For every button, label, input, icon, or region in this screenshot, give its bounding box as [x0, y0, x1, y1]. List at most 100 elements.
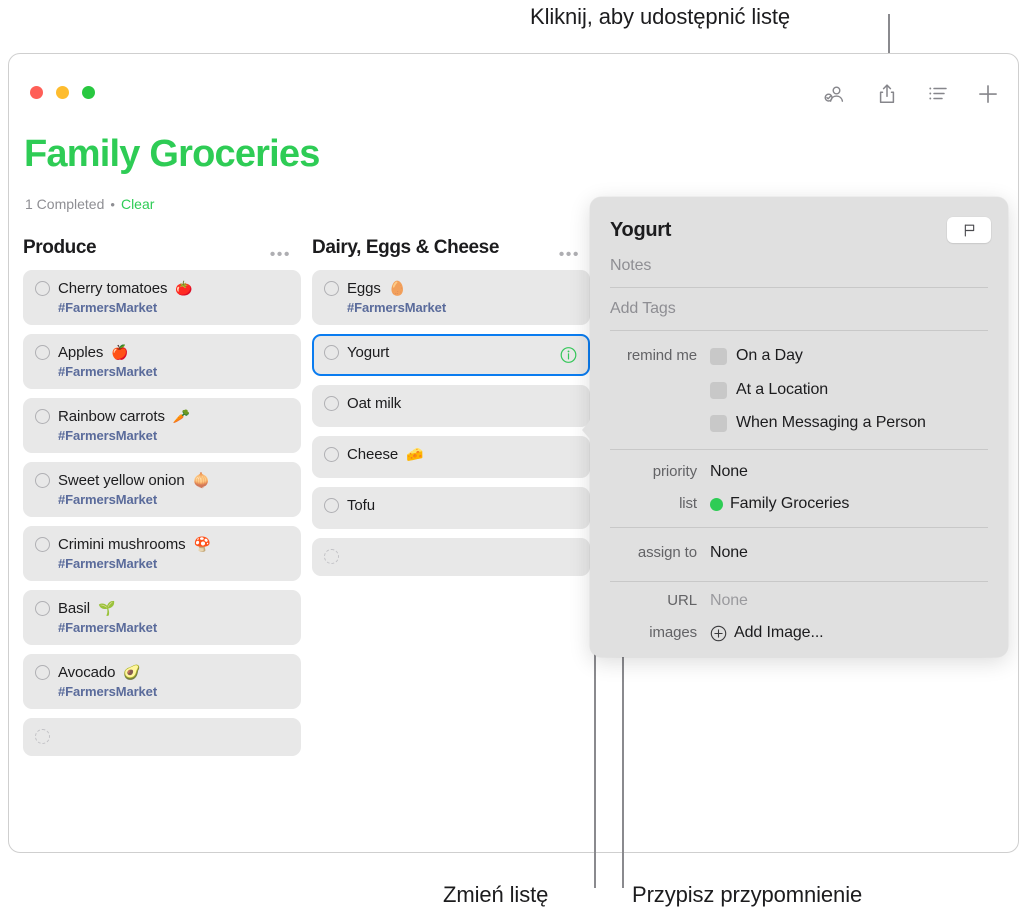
- task-label: Yogurt: [347, 344, 390, 361]
- task-row[interactable]: Apples 🍎 #FarmersMarket: [23, 334, 301, 389]
- task-row[interactable]: Cherry tomatoes 🍅 #FarmersMarket: [23, 270, 301, 325]
- remind-me-label: remind me: [627, 347, 697, 364]
- task-label: Apples: [58, 344, 104, 361]
- share-icon[interactable]: [872, 79, 902, 109]
- task-main: Basil 🌱: [35, 600, 289, 617]
- task-row-selected[interactable]: Yogurt: [312, 334, 590, 376]
- task-checkbox[interactable]: [324, 447, 339, 462]
- completed-count: 1 Completed: [25, 196, 105, 212]
- list-value: Family Groceries: [730, 495, 850, 512]
- task-checkbox[interactable]: [35, 345, 50, 360]
- task-row[interactable]: Cheese 🧀: [312, 436, 590, 478]
- divider: [610, 581, 988, 582]
- divider: [610, 449, 988, 450]
- remind-when-messaging-option[interactable]: When Messaging a Person: [710, 414, 926, 432]
- list-value-group[interactable]: Family Groceries: [710, 495, 849, 513]
- task-main: Eggs 🥚: [324, 280, 578, 297]
- task-tag[interactable]: #FarmersMarket: [58, 364, 289, 379]
- add-image-label: Add Image...: [734, 624, 824, 641]
- add-reminder-icon[interactable]: [973, 79, 1003, 109]
- assigned-reminders-icon[interactable]: [819, 79, 849, 109]
- column-menu-button[interactable]: •••: [270, 247, 291, 263]
- task-emoji: 🥑: [123, 664, 141, 680]
- task-row[interactable]: Sweet yellow onion 🧅 #FarmersMarket: [23, 462, 301, 517]
- add-image-button[interactable]: Add Image...: [710, 624, 824, 642]
- task-checkbox[interactable]: [35, 473, 50, 488]
- page-title: Family Groceries: [24, 133, 320, 175]
- task-main: Sweet yellow onion 🧅: [35, 472, 289, 489]
- task-tag[interactable]: #FarmersMarket: [58, 300, 289, 315]
- task-row[interactable]: Avocado 🥑 #FarmersMarket: [23, 654, 301, 709]
- assign-to-value[interactable]: None: [710, 544, 748, 562]
- tags-input[interactable]: Add Tags: [610, 300, 676, 318]
- task-checkbox[interactable]: [324, 345, 339, 360]
- task-checkbox[interactable]: [35, 409, 50, 424]
- column-produce: Produce ••• Cherry tomatoes 🍅 #FarmersMa…: [23, 226, 301, 765]
- remind-me-row: remind me On a Day: [610, 347, 988, 365]
- task-tag[interactable]: #FarmersMarket: [58, 556, 289, 571]
- task-checkbox[interactable]: [35, 537, 50, 552]
- new-task-row[interactable]: [23, 718, 301, 756]
- close-button[interactable]: [30, 86, 43, 99]
- checkbox[interactable]: [710, 414, 727, 432]
- priority-value[interactable]: None: [710, 463, 748, 481]
- view-options-icon[interactable]: [923, 79, 953, 109]
- task-row[interactable]: Oat milk: [312, 385, 590, 427]
- task-row[interactable]: Basil 🌱 #FarmersMarket: [23, 590, 301, 645]
- column-header-dairy: Dairy, Eggs & Cheese •••: [312, 226, 590, 270]
- clear-completed-button[interactable]: Clear: [121, 196, 154, 212]
- task-row[interactable]: Rainbow carrots 🥕 #FarmersMarket: [23, 398, 301, 453]
- new-task-row[interactable]: [312, 538, 590, 576]
- task-emoji: 🧅: [192, 472, 211, 488]
- task-tag[interactable]: #FarmersMarket: [58, 684, 289, 699]
- task-tag[interactable]: #FarmersMarket: [347, 300, 578, 315]
- task-checkbox[interactable]: [324, 396, 339, 411]
- option-label: On a Day: [736, 347, 803, 364]
- task-emoji: 🍅: [175, 280, 193, 296]
- task-tag[interactable]: #FarmersMarket: [58, 620, 289, 635]
- task-tag[interactable]: #FarmersMarket: [58, 492, 289, 507]
- task-label: Tofu: [347, 497, 375, 514]
- column-header-produce: Produce •••: [23, 226, 301, 270]
- minimize-button[interactable]: [56, 86, 69, 99]
- zoom-button[interactable]: [82, 86, 95, 99]
- task-tag[interactable]: #FarmersMarket: [58, 428, 289, 443]
- priority-label: priority: [652, 463, 697, 480]
- popover-title: Yogurt: [610, 219, 672, 241]
- task-emoji: 🍄: [193, 536, 211, 552]
- task-label: Basil: [58, 600, 91, 617]
- task-checkbox[interactable]: [324, 498, 339, 513]
- task-main: Rainbow carrots 🥕: [35, 408, 289, 425]
- priority-row: priority None: [610, 463, 988, 481]
- annotation-bottom-left: Zmień listę: [443, 882, 549, 907]
- task-checkbox[interactable]: [35, 665, 50, 680]
- notes-input[interactable]: Notes: [610, 257, 651, 275]
- info-icon[interactable]: [560, 347, 577, 364]
- task-checkbox[interactable]: [35, 601, 50, 616]
- completed-status-row: 1 Completed • Clear: [25, 196, 154, 212]
- url-value[interactable]: None: [710, 592, 748, 610]
- task-label: Cherry tomatoes: [58, 280, 168, 297]
- option-label: At a Location: [736, 381, 829, 398]
- task-checkbox[interactable]: [324, 281, 339, 296]
- annotation-bottom-right: Przypisz przypomnienie: [632, 882, 863, 907]
- task-label: Sweet yellow onion: [58, 472, 185, 489]
- task-row[interactable]: Crimini mushrooms 🍄 #FarmersMarket: [23, 526, 301, 581]
- flag-button[interactable]: [947, 217, 991, 243]
- checkbox[interactable]: [710, 347, 727, 365]
- task-main: Oat milk: [324, 395, 578, 412]
- remind-at-location-row: At a Location: [610, 381, 988, 399]
- checkbox[interactable]: [710, 381, 727, 399]
- remind-on-a-day-option[interactable]: On a Day: [710, 347, 803, 365]
- task-checkbox[interactable]: [35, 281, 50, 296]
- assign-to-row: assign to None: [610, 544, 988, 562]
- status-separator: •: [110, 196, 115, 212]
- column-menu-button[interactable]: •••: [559, 247, 580, 263]
- remind-at-location-option[interactable]: At a Location: [710, 381, 828, 399]
- task-emoji: 🍎: [111, 344, 129, 360]
- column-title: Produce: [23, 237, 97, 258]
- assign-to-label: assign to: [637, 544, 697, 561]
- task-row[interactable]: Tofu: [312, 487, 590, 529]
- task-row[interactable]: Eggs 🥚 #FarmersMarket: [312, 270, 590, 325]
- task-label: Avocado: [58, 664, 116, 681]
